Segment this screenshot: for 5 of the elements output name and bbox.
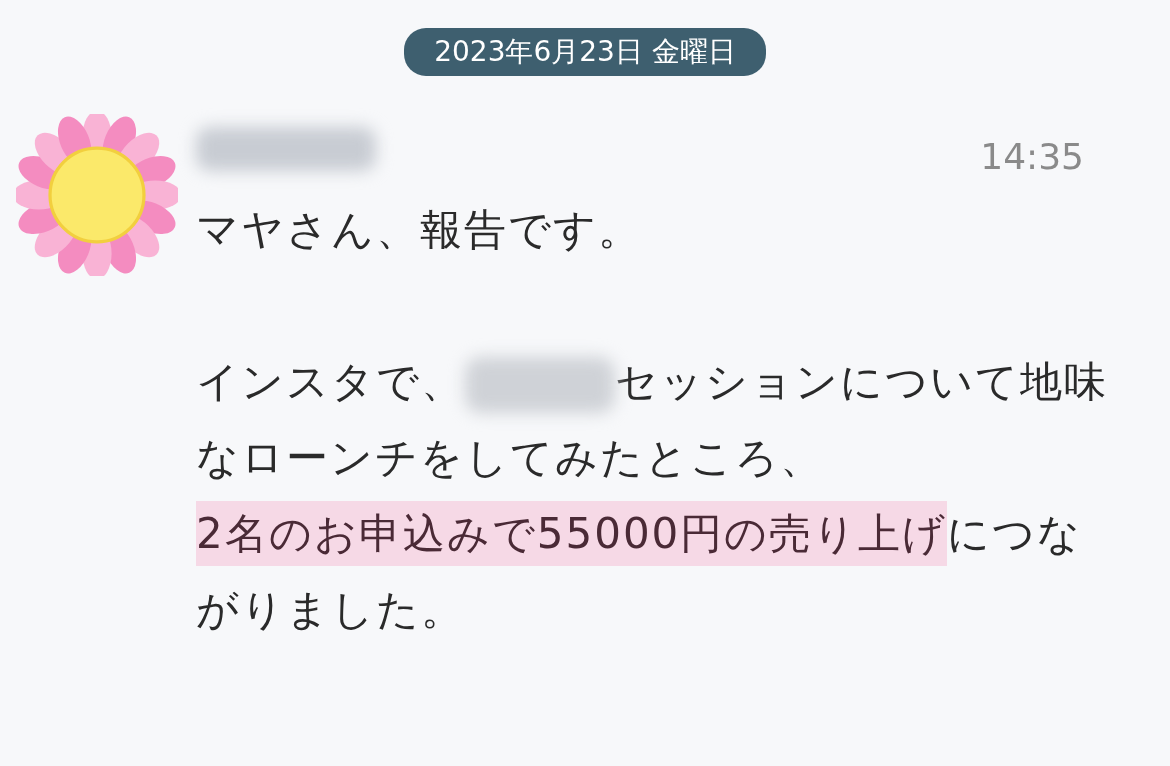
message-text: インスタで、 セッションについて地味なローンチをしてみたところ、 2名のお申込みで55000円の売り上げにつながりました。 <box>196 355 1109 636</box>
date-divider: 2023年6月23日 金曜日 <box>404 28 766 76</box>
message-time: 14:35 <box>980 135 1084 177</box>
avatar-icon[interactable] <box>16 114 178 276</box>
message-text: マヤさん、報告です。 <box>196 204 643 256</box>
